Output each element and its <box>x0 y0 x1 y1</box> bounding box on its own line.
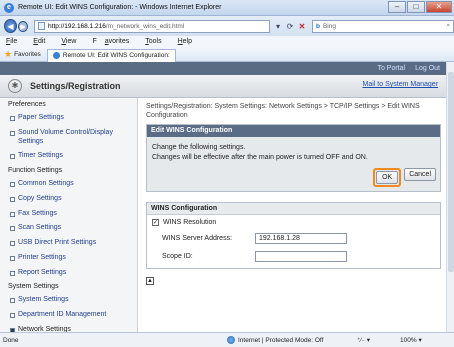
bing-icon: b <box>315 22 320 30</box>
scrollbar-thumb[interactable] <box>448 72 454 272</box>
zone-label: Internet | Protected Mode: Off <box>238 336 324 344</box>
wins-resolution-label: WINS Resolution <box>163 219 217 227</box>
sidebar-item[interactable]: Scan Settings <box>0 221 137 236</box>
scope-id-label: Scope ID: <box>162 253 193 261</box>
menu-favorites[interactable]: Favorites <box>92 38 137 45</box>
page-title: Settings/Registration <box>30 81 121 91</box>
mail-to-system-manager-link[interactable]: Mail to System Manager <box>363 81 438 88</box>
maximize-button[interactable]: □ <box>407 1 425 13</box>
search-icon[interactable]: ⌕ <box>446 22 450 30</box>
menu-view[interactable]: View <box>61 38 84 45</box>
sidebar-item[interactable]: Timer Settings <box>0 149 137 164</box>
url-path: /m_network_wins_edit.html <box>105 22 185 30</box>
search-placeholder: Bing <box>322 22 336 30</box>
scope-id-input[interactable] <box>255 251 347 263</box>
status-text: Done <box>3 336 19 344</box>
browser-tab[interactable]: Remote UI: Edit WINS Configuration: <box>46 48 176 62</box>
page-content: To Portal Log Out ✱ Settings/Registratio… <box>0 62 446 332</box>
sidebar-item[interactable]: System Settings <box>0 293 137 308</box>
url-host: http://192.168.1.216 <box>48 22 106 30</box>
sidebar-item[interactable]: Paper Settings <box>0 111 137 126</box>
address-bar[interactable]: http://192.168.1.216/m_network_wins_edit… <box>34 19 270 33</box>
close-button[interactable]: ✕ <box>426 1 452 13</box>
menu-bar: File Edit View Favorites Tools Help <box>0 36 454 47</box>
panel-line-1: Change the following settings. <box>152 144 246 152</box>
favorites-label: Favorites <box>14 50 41 58</box>
ok-button[interactable]: OK <box>376 171 399 185</box>
wins-configuration-section: WINS Configuration ✓ WINS Resolution WIN… <box>146 202 441 270</box>
address-dropdown-icon[interactable]: ▾ <box>272 20 284 33</box>
page-icon <box>38 22 46 30</box>
settings-logo-icon: ✱ <box>8 79 22 93</box>
sidebar-item[interactable]: Sound Volume Control/Display Settings <box>0 126 137 150</box>
wins-resolution-checkbox[interactable]: ✓ <box>152 219 159 227</box>
sidebar: Preferences Paper Settings Sound Volume Co… <box>0 98 138 332</box>
tab-title: Remote UI: Edit WINS Configuration: <box>62 52 170 59</box>
sidebar-item[interactable]: Department ID Management <box>0 308 137 323</box>
main-content: Settings/Registration: System Settings: … <box>146 102 441 286</box>
sidebar-section-heading: Function Settings <box>8 167 63 174</box>
menu-file[interactable]: File <box>6 38 25 45</box>
log-out-link[interactable]: Log Out <box>415 65 440 72</box>
sidebar-item[interactable]: Report Settings <box>0 266 137 281</box>
sidebar-section-heading: Preferences <box>8 101 46 108</box>
ie-logo-icon: e <box>4 2 14 13</box>
sidebar-item[interactable]: USB Direct Print Settings <box>0 236 137 251</box>
menu-help[interactable]: Help <box>178 38 200 45</box>
page-top-icon[interactable]: ▲ <box>146 277 154 286</box>
sidebar-item[interactable]: Common Settings <box>0 177 137 192</box>
menu-tools[interactable]: Tools <box>145 38 169 45</box>
wins-server-address-label: WINS Server Address: <box>162 235 233 243</box>
address-row: ◀ ▶ http://192.168.1.216/m_network_wins_… <box>0 16 454 36</box>
sidebar-item[interactable]: Printer Settings <box>0 251 137 266</box>
star-icon: ★ <box>4 48 13 59</box>
menu-edit[interactable]: Edit <box>33 38 53 45</box>
ok-highlight: OK <box>373 168 402 188</box>
sidebar-item[interactable]: Copy Settings <box>0 192 137 207</box>
panel-title: Edit WINS Configuration <box>147 125 440 138</box>
breadcrumb: Settings/Registration: System Settings: … <box>146 103 420 120</box>
to-portal-link[interactable]: To Portal <box>377 65 405 72</box>
cancel-button[interactable]: Cancel <box>404 168 436 182</box>
zoom-controls[interactable]: ⁺⁄₋ ▾ <box>357 336 370 344</box>
security-zone[interactable]: Internet | Protected Mode: Off <box>227 336 357 344</box>
stop-icon[interactable]: ✕ <box>296 20 308 33</box>
vertical-scrollbar[interactable] <box>446 62 454 332</box>
search-input[interactable]: b Bing ⌕ <box>311 19 454 33</box>
sidebar-section-heading: System Settings <box>8 283 59 291</box>
refresh-icon[interactable]: ⟳ <box>284 20 296 33</box>
back-button[interactable]: ◀ <box>4 19 17 33</box>
favorites-button[interactable]: ★ Favorites <box>4 49 41 60</box>
sidebar-item[interactable]: Fax Settings <box>0 207 137 222</box>
wins-section-title: WINS Configuration <box>147 203 440 216</box>
minimize-button[interactable]: – <box>388 1 406 13</box>
status-bar: Done Internet | Protected Mode: Off ⁺⁄₋ … <box>0 332 454 347</box>
forward-button[interactable]: ▶ <box>17 20 29 32</box>
favorites-bar: ★ Favorites Remote UI: Edit WINS Configu… <box>0 47 454 62</box>
edit-wins-panel: Edit WINS Configuration Change the follo… <box>146 124 441 193</box>
panel-line-2: Changes will be effective after the main… <box>152 153 368 161</box>
top-links: To Portal Log Out <box>0 62 446 75</box>
window-title-bar: e Remote UI: Edit WINS Configuration: - … <box>0 0 454 16</box>
zoom-level[interactable]: 100% ▾ <box>400 336 422 344</box>
window-title: Remote UI: Edit WINS Configuration: - Wi… <box>18 4 222 11</box>
globe-icon <box>227 336 235 344</box>
page-header: ✱ Settings/Registration Mail to System M… <box>0 75 446 98</box>
wins-server-address-input[interactable]: 192.168.1.28 <box>255 233 347 245</box>
sidebar-item[interactable]: Network Settings <box>0 323 137 332</box>
tab-page-icon <box>52 52 60 59</box>
